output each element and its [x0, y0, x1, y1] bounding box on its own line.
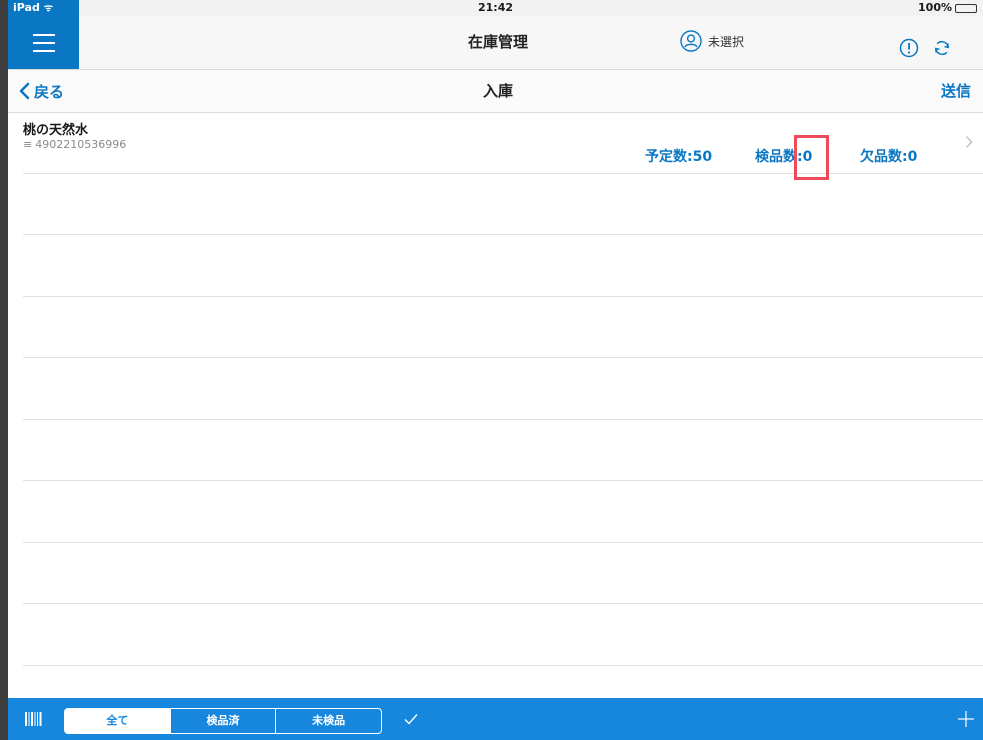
barcode-icon[interactable] — [25, 712, 43, 726]
navigation-bar: 在庫管理 未選択 — [8, 16, 983, 70]
missing-count: 欠品数:0 — [860, 149, 918, 165]
item-code-value: 4902210536996 — [35, 138, 127, 151]
check-icon[interactable] — [404, 713, 418, 725]
user-label: 未選択 — [708, 34, 745, 49]
plus-icon[interactable] — [958, 711, 974, 727]
item-code: ≡ 4902210536996 — [23, 138, 126, 151]
chevron-left-icon — [19, 82, 30, 100]
tab-all[interactable]: 全て — [65, 709, 171, 733]
menu-icon — [32, 33, 55, 36]
device-frame — [0, 0, 8, 740]
row-divider — [23, 296, 983, 297]
row-divider — [23, 603, 983, 604]
chevron-right-icon — [966, 136, 973, 148]
page-title: 在庫管理 — [467, 33, 528, 51]
status-bar: iPad ᯤ 21:42 100% — [8, 0, 983, 16]
tab-uninspected[interactable]: 未検品 — [276, 709, 381, 733]
filter-segmented-control: 全て 検品済 未検品 — [64, 708, 382, 734]
user-selector[interactable]: 未選択 — [680, 30, 744, 52]
menu-button[interactable] — [8, 16, 79, 69]
clock: 21:42 — [477, 1, 513, 14]
user-icon — [680, 30, 702, 52]
send-button[interactable]: 送信 — [941, 70, 971, 112]
refresh-icon[interactable] — [932, 38, 952, 58]
row-divider — [23, 357, 983, 358]
item-list: 桃の天然水 ≡ 4902210536996 予定数:50 検品数:0 欠品数:0 — [8, 113, 983, 698]
row-divider — [23, 480, 983, 481]
inspected-count: 検品数:0 — [755, 149, 813, 165]
planned-count: 予定数:50 — [645, 149, 713, 165]
battery-percent: 100% — [918, 1, 952, 14]
row-divider — [23, 234, 983, 235]
tab-inspected[interactable]: 検品済 — [171, 709, 277, 733]
back-label: 戻る — [34, 82, 65, 101]
barcode-small-icon: ≡ — [23, 138, 33, 151]
alert-icon[interactable] — [899, 38, 919, 58]
sub-navigation-bar: 戻る 入庫 送信 — [8, 70, 983, 113]
row-divider — [23, 665, 983, 666]
bottom-toolbar: 全て 検品済 未検品 — [8, 698, 983, 740]
back-button[interactable]: 戻る — [18, 70, 64, 112]
battery-indicator: 100% — [918, 0, 977, 16]
screen-title: 入庫 — [482, 82, 513, 100]
battery-icon — [955, 3, 977, 13]
row-divider — [23, 542, 983, 543]
row-divider — [23, 173, 983, 174]
app-window: iPad ᯤ 21:42 100% 在庫管理 未選択 戻る 入庫 送信 桃の天然… — [8, 0, 983, 740]
item-name: 桃の天然水 — [23, 123, 89, 138]
row-divider — [23, 419, 983, 420]
list-item[interactable]: 桃の天然水 ≡ 4902210536996 予定数:50 検品数:0 欠品数:0 — [8, 113, 983, 173]
